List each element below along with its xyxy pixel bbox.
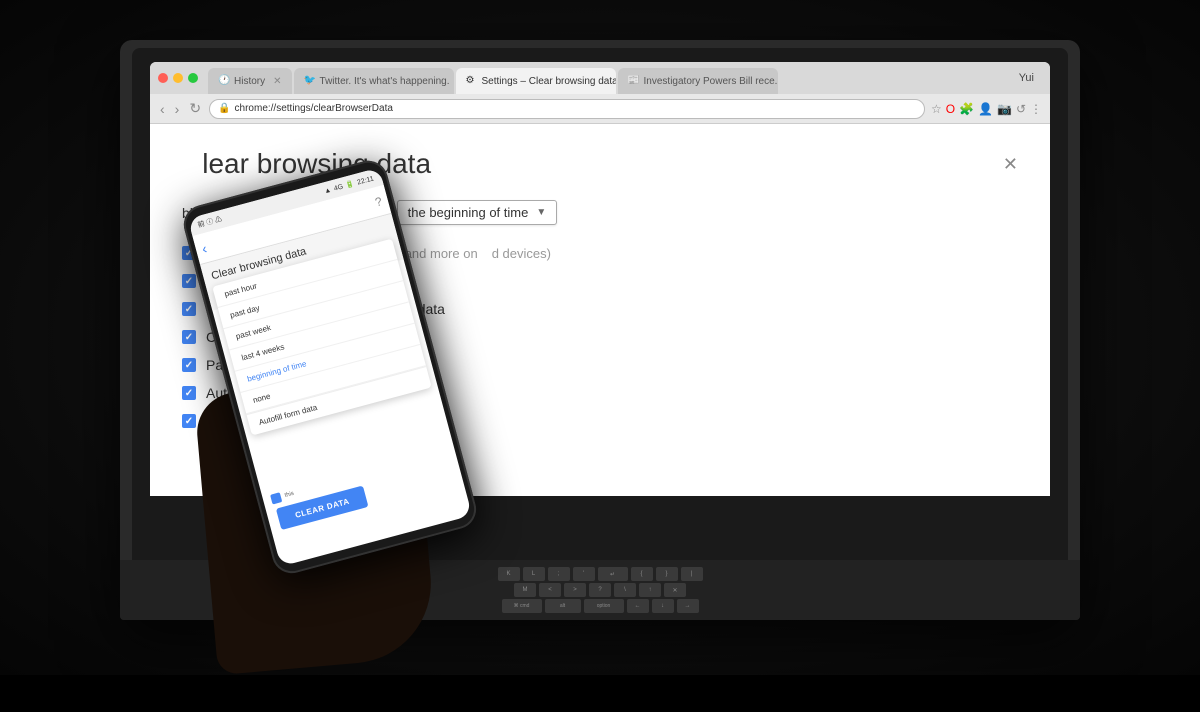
key-semicolon[interactable]: ; bbox=[548, 567, 570, 581]
close-dialog-button[interactable]: ✕ bbox=[1003, 154, 1018, 175]
key-brace-open[interactable]: { bbox=[631, 567, 653, 581]
key-brace-close[interactable]: } bbox=[656, 567, 678, 581]
key-option[interactable]: option bbox=[584, 599, 624, 613]
address-text: chrome://settings/clearBrowserData bbox=[235, 103, 393, 114]
tab-history-label: History bbox=[234, 76, 265, 87]
history-favicon: 🕐 bbox=[218, 75, 230, 87]
tab-twitter-label: Twitter. It's what's happening. bbox=[320, 76, 450, 87]
phone-sync-text: this bbox=[284, 491, 295, 499]
phone-signal-icon: ▲ bbox=[323, 186, 332, 195]
browser-user: Yui bbox=[1011, 72, 1042, 84]
key-m[interactable]: M bbox=[514, 583, 536, 597]
tab-twitter[interactable]: 🐦 Twitter. It's what's happening. ✕ bbox=[294, 68, 454, 94]
key-period[interactable]: > bbox=[564, 583, 586, 597]
minimize-window-button[interactable] bbox=[173, 73, 183, 83]
address-bar-icons: ☆ O 🧩 👤 📷 ↺ ⋮ bbox=[931, 102, 1042, 116]
key-enter[interactable]: ↵ bbox=[598, 567, 628, 581]
browser-addressbar: ‹ › ↻ 🔒 chrome://settings/clearBrowserDa… bbox=[150, 94, 1050, 124]
twitter-favicon: 🐦 bbox=[304, 75, 316, 87]
lock-icon: 🔒 bbox=[218, 103, 230, 114]
phone-help-icon[interactable]: ? bbox=[373, 194, 383, 209]
window-controls bbox=[158, 73, 198, 83]
phone-time: 22:11 bbox=[356, 175, 374, 186]
forward-button[interactable]: › bbox=[173, 99, 182, 119]
key-quote[interactable]: ' bbox=[573, 567, 595, 581]
browsing-history-detail2: d devices) bbox=[492, 246, 551, 261]
address-bar[interactable]: 🔒 chrome://settings/clearBrowserData bbox=[209, 99, 925, 119]
investigatory-favicon: 📰 bbox=[628, 75, 640, 87]
key-x[interactable]: ✕ bbox=[664, 583, 686, 597]
tab-settings-label: Settings – Clear browsing data bbox=[482, 76, 616, 87]
key-arrow-left[interactable]: ← bbox=[627, 599, 649, 613]
screenshot-icon[interactable]: 📷 bbox=[997, 102, 1012, 116]
key-arrow-up[interactable]: ↑ bbox=[639, 583, 661, 597]
key-arrow-right[interactable]: → bbox=[677, 599, 699, 613]
key-pipe[interactable]: | bbox=[681, 567, 703, 581]
hosted-apps-checkbox[interactable] bbox=[182, 414, 196, 428]
key-slash[interactable]: ? bbox=[589, 583, 611, 597]
maximize-window-button[interactable] bbox=[188, 73, 198, 83]
tab-investigatory-label: Investigatory Powers Bill rece... bbox=[644, 76, 778, 87]
key-k[interactable]: K bbox=[498, 567, 520, 581]
account-icon[interactable]: 👤 bbox=[978, 102, 993, 116]
menu-icon[interactable]: ⋮ bbox=[1030, 102, 1042, 116]
settings-favicon: ⚙ bbox=[466, 75, 478, 87]
browser-titlebar: 🕐 History ✕ 🐦 Twitter. It's what's happe… bbox=[150, 62, 1050, 94]
extensions-icon[interactable]: 🧩 bbox=[959, 102, 974, 116]
phone-4g-icon: 4G bbox=[333, 183, 344, 192]
browser-tabs: 🕐 History ✕ 🐦 Twitter. It's what's happe… bbox=[208, 62, 1007, 94]
key-arrow-down[interactable]: ↓ bbox=[652, 599, 674, 613]
autofill-checkbox[interactable] bbox=[182, 386, 196, 400]
key-comma[interactable]: < bbox=[539, 583, 561, 597]
refresh-button[interactable]: ↻ bbox=[187, 98, 203, 119]
key-l[interactable]: L bbox=[523, 567, 545, 581]
phone-battery-icon: 🔋 bbox=[345, 180, 355, 190]
tab-history-close[interactable]: ✕ bbox=[273, 76, 281, 87]
bookmark-icon[interactable]: ☆ bbox=[931, 102, 942, 116]
tab-settings[interactable]: ⚙ Settings – Clear browsing data ✕ bbox=[456, 68, 616, 94]
phone-sync-checkbox[interactable] bbox=[270, 492, 282, 504]
opera-icon: O bbox=[946, 102, 955, 116]
key-alt[interactable]: alt bbox=[545, 599, 581, 613]
close-window-button[interactable] bbox=[158, 73, 168, 83]
phone-back-button[interactable]: ‹ bbox=[200, 240, 209, 257]
key-cmd[interactable]: ⌘ cmd bbox=[502, 599, 542, 613]
tab-investigatory[interactable]: 📰 Investigatory Powers Bill rece... ✕ bbox=[618, 68, 778, 94]
back-button[interactable]: ‹ bbox=[158, 99, 167, 119]
key-backslash[interactable]: \ bbox=[614, 583, 636, 597]
tab-history[interactable]: 🕐 History ✕ bbox=[208, 68, 292, 94]
reload-icon[interactable]: ↺ bbox=[1016, 102, 1026, 116]
dropdown-arrow-icon: ▼ bbox=[536, 207, 546, 218]
